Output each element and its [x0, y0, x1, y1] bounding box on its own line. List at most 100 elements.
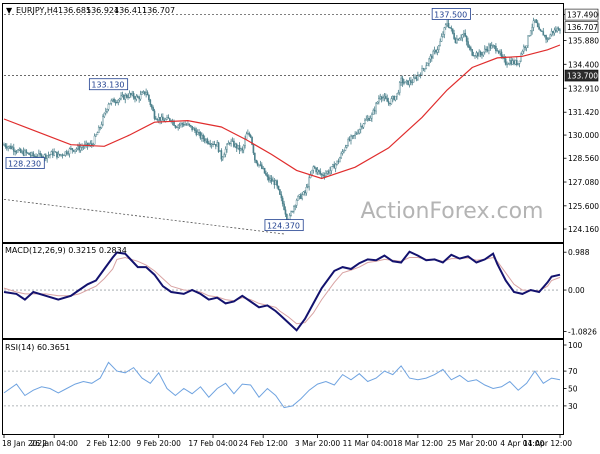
candle-body [166, 117, 168, 120]
candle-body [256, 162, 259, 166]
candle-body [92, 144, 94, 146]
candle-body [463, 33, 465, 35]
candle-body [329, 170, 331, 174]
candle-body [38, 153, 40, 158]
candle-body [248, 133, 251, 136]
candle-body [371, 114, 373, 119]
candle-body [386, 98, 389, 102]
candle-body [10, 145, 12, 150]
candle-body [337, 160, 340, 163]
macd-tick-label: 0.00 [568, 286, 585, 295]
candle-body [245, 133, 248, 140]
time-tick-label: 26 Jan 04:00 [30, 439, 78, 448]
candle-body [8, 145, 11, 148]
candle-body [228, 143, 231, 145]
candle-body [32, 152, 35, 157]
candle-body [355, 133, 358, 135]
annotation-label: 133.130 [91, 81, 124, 90]
candle-body [118, 98, 121, 101]
header-caret-icon[interactable]: ▼ [6, 6, 13, 15]
candle-body [263, 167, 266, 174]
candle-body [550, 30, 553, 36]
candle-body [63, 154, 65, 156]
candle-body [396, 93, 398, 97]
candle-body [407, 80, 409, 85]
candle-body [283, 203, 285, 210]
candle-body [247, 133, 249, 135]
candle-body [516, 60, 518, 65]
time-tick-label: 11 Apr 12:00 [523, 439, 572, 448]
candle-body [364, 120, 366, 124]
candle-body [300, 194, 302, 199]
candle-body [202, 134, 205, 139]
candle-body [201, 134, 203, 139]
candle-body [4, 144, 7, 147]
price-highlight-label: 133.700 [567, 72, 598, 81]
candle-body [124, 95, 127, 100]
candle-body [489, 44, 492, 49]
candle-body [354, 133, 356, 136]
candle-body [56, 151, 58, 158]
candle-body [274, 180, 277, 185]
candle-body [521, 51, 524, 55]
candle-body [479, 51, 482, 55]
candle-body [365, 119, 368, 121]
candle-body [113, 98, 115, 103]
candle-body [107, 104, 110, 110]
candle-body [46, 155, 48, 159]
candle-body [31, 152, 33, 156]
candle-body [22, 151, 25, 156]
candle-body [238, 145, 241, 151]
macd-title: MACD(12,26,9) 0.3215 0.2834 [5, 246, 127, 255]
candle-body [446, 23, 448, 25]
chart-svg: ActionForex.com 137.500 133.130 128.230 124… [2, 3, 599, 448]
candle-body [15, 151, 18, 153]
candle-body [316, 169, 319, 173]
candle-body [555, 29, 557, 32]
candle-body [375, 103, 377, 112]
candle-body [541, 30, 543, 32]
candle-body [234, 143, 237, 147]
price-tick-label: 124.160 [568, 225, 599, 234]
candle-body [391, 96, 394, 99]
candle-body [311, 169, 313, 176]
candle-body [347, 138, 349, 146]
candle-body [475, 52, 478, 56]
candle-body [404, 81, 407, 84]
candle-body [304, 191, 306, 194]
candle-body [260, 164, 263, 169]
candle-body [522, 46, 525, 52]
candle-body [403, 82, 405, 84]
candle-body [196, 132, 199, 135]
candle-body [206, 139, 209, 144]
candle-body [297, 196, 299, 201]
candle-body [332, 164, 334, 167]
candle-body [468, 46, 471, 48]
candle-body [556, 28, 559, 32]
candle-body [456, 38, 458, 44]
candle-body [450, 27, 453, 29]
candle-body [142, 91, 145, 94]
candle-body [457, 38, 460, 41]
candle-body [474, 55, 476, 57]
candle-body [553, 29, 556, 34]
candle-body [290, 211, 292, 216]
candle-body [539, 29, 542, 31]
candle-body [478, 51, 480, 57]
candle-body [330, 166, 333, 171]
candle-body [135, 95, 138, 100]
candle-body [235, 143, 238, 149]
candle-body [531, 27, 533, 32]
candle-body [281, 197, 284, 205]
candle-body [145, 92, 147, 95]
candle-body [149, 99, 152, 105]
candle-body [77, 145, 79, 150]
rsi-tick-label: 30 [568, 402, 578, 411]
candle-body [70, 148, 72, 150]
candle-body [146, 92, 149, 96]
candle-body [425, 65, 428, 69]
candle-body [53, 151, 55, 156]
candle-body [21, 151, 23, 153]
candle-body [102, 116, 104, 125]
candle-body [18, 149, 21, 151]
